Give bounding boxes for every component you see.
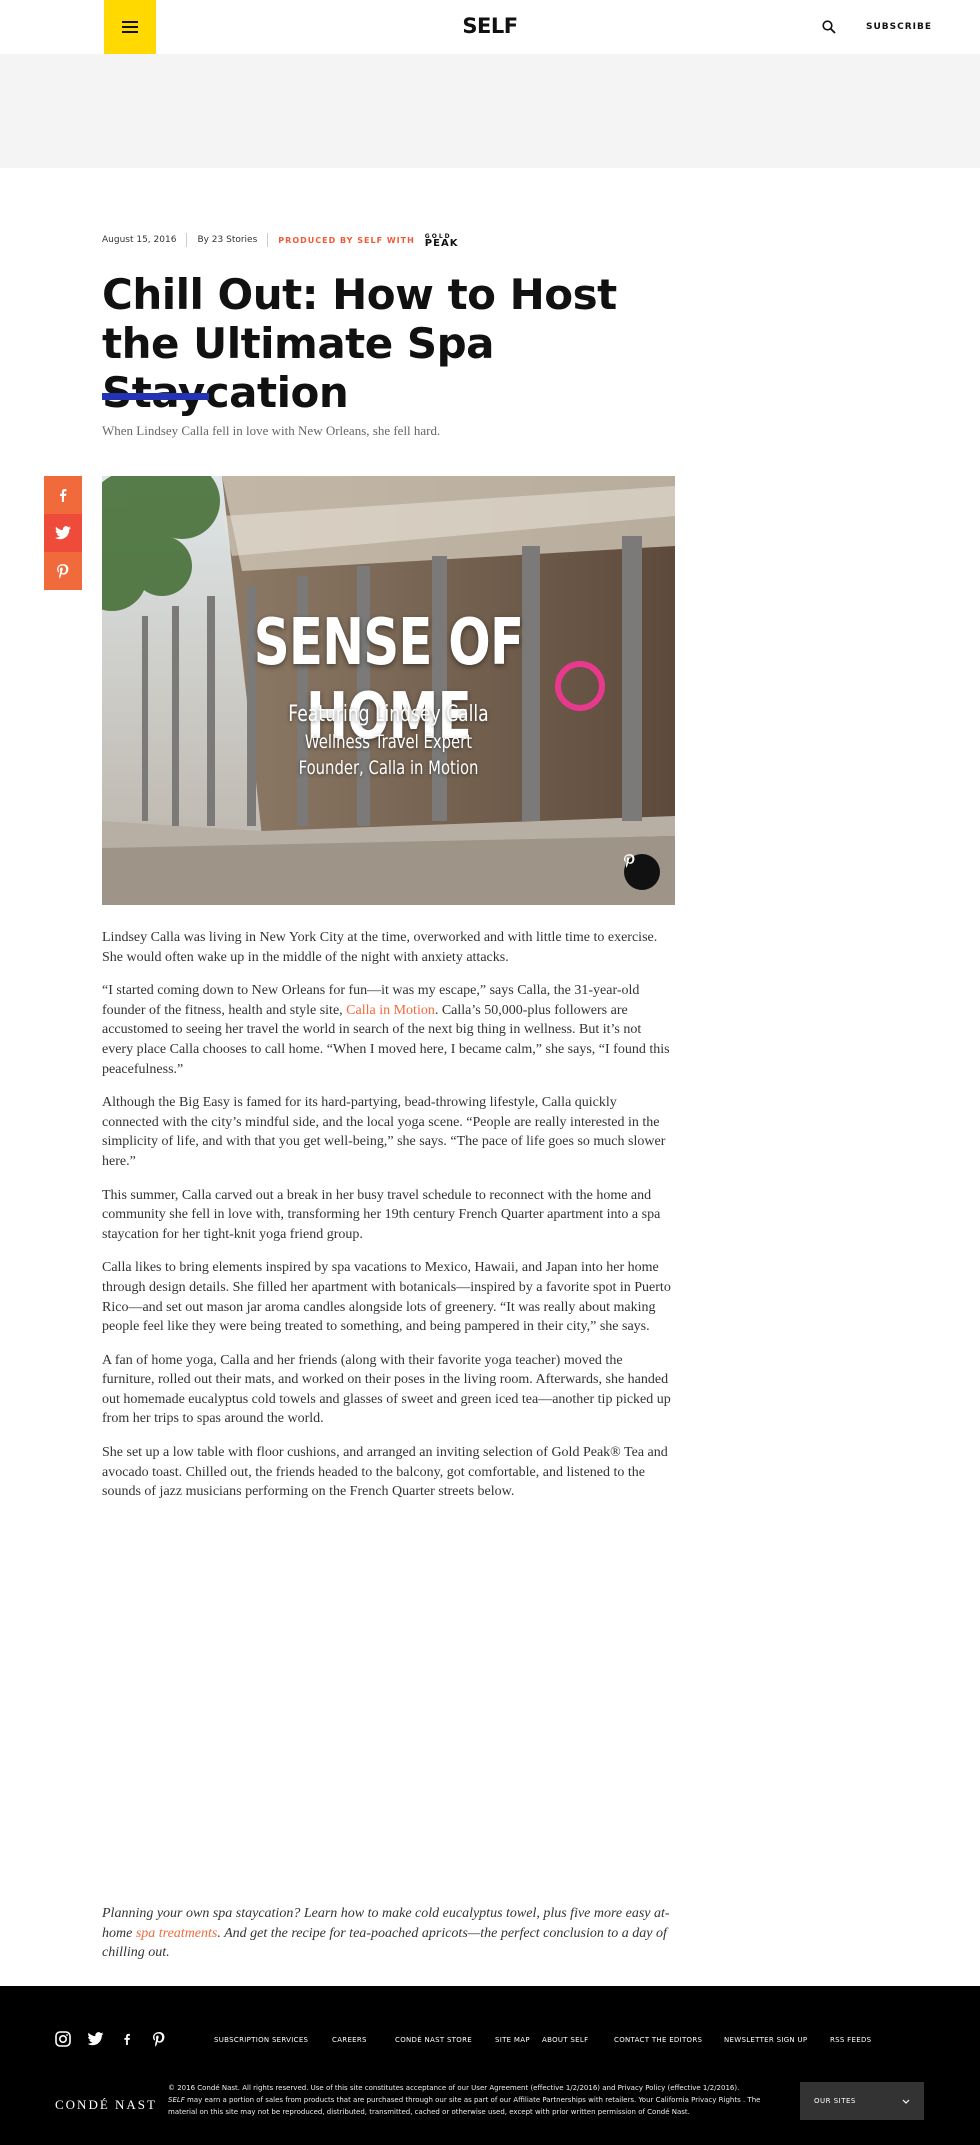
article-dek: When Lindsey Calla fell in love with New… — [102, 423, 441, 438]
footer-link[interactable]: SITE MAP — [495, 2036, 530, 2044]
footer-link[interactable]: CONTACT THE EDITORS — [614, 2036, 702, 2044]
paragraph: Although the Big Easy is famed for its h… — [102, 1095, 666, 1169]
our-sites-label: OUR SITES — [814, 2097, 856, 2105]
paragraph: She set up a low table with floor cushio… — [102, 1445, 668, 1500]
footer-link[interactable]: RSS FEEDS — [830, 2036, 871, 2044]
our-sites-dropdown[interactable]: OUR SITES — [800, 2082, 924, 2120]
twitter-icon — [55, 526, 71, 540]
pinterest-icon[interactable] — [150, 2030, 168, 2048]
site-footer: SUBSCRIPTION SERVICES CAREERS CONDÉ NAST… — [0, 1986, 980, 2145]
share-twitter-button[interactable] — [44, 514, 82, 552]
paragraph: This summer, Calla carved out a break in… — [102, 1187, 661, 1242]
search-icon[interactable] — [822, 20, 836, 34]
share-facebook-button[interactable] — [44, 476, 82, 514]
paragraph: Calla likes to bring elements inspired b… — [102, 1260, 671, 1335]
share-pinterest-button[interactable] — [44, 552, 82, 590]
spa-treatments-link[interactable]: spa treatments — [136, 1926, 218, 1941]
ad-banner — [0, 54, 980, 168]
article-body: Lindsey Calla was living in New York Cit… — [102, 928, 675, 1516]
divider — [267, 233, 269, 247]
hero-subtitle: Founder, Calla in Motion — [298, 757, 479, 779]
title-rule — [102, 393, 209, 400]
calla-in-motion-link[interactable]: Calla in Motion — [346, 1003, 435, 1018]
pin-image-button[interactable] — [624, 854, 660, 890]
facebook-icon[interactable] — [118, 2030, 136, 2048]
pinterest-icon — [624, 854, 635, 868]
conde-nast-logo[interactable]: CONDÉ NAST — [55, 2097, 157, 2113]
footer-link[interactable]: CAREERS — [332, 2036, 367, 2044]
footer-link[interactable]: CONDÉ NAST STORE — [395, 2036, 472, 2044]
paragraph: Lindsey Calla was living in New York Cit… — [102, 930, 658, 965]
share-bar — [44, 476, 82, 590]
paragraph: “I started coming down to New Orleans fo… — [102, 983, 670, 1077]
hero-image: SENSE OF HOME Featuring Lindsey Calla We… — [102, 476, 675, 905]
instagram-icon[interactable] — [54, 2030, 72, 2048]
twitter-icon[interactable] — [86, 2030, 104, 2048]
footer-social — [54, 2030, 168, 2048]
subscribe-link[interactable]: SUBSCRIBE — [866, 22, 932, 32]
hero-subtitle: Featuring Lindsey Calla — [288, 702, 489, 727]
facebook-icon — [60, 489, 67, 502]
footer-link[interactable]: ABOUT SELF — [542, 2036, 588, 2044]
byline: August 15, 2016 By 23 Stories PRODUCED B… — [102, 233, 459, 249]
divider — [186, 233, 188, 247]
hero-subtitle: Wellness Travel Expert — [304, 731, 473, 753]
top-bar: SELF SUBSCRIBE — [0, 0, 980, 54]
legal-text: © 2016 Condé Nast. All rights reserved. … — [168, 2084, 761, 2116]
pinterest-icon — [57, 563, 69, 579]
footer-link[interactable]: NEWSLETTER SIGN UP — [724, 2036, 807, 2044]
footer-link[interactable]: SUBSCRIPTION SERVICES — [214, 2036, 308, 2044]
author-link[interactable]: By 23 Stories — [197, 235, 257, 245]
chevron-down-icon — [902, 2099, 910, 2104]
produced-label: PRODUCED BY SELF WITH — [278, 235, 415, 245]
article-footnote: Planning your own spa staycation? Learn … — [102, 1906, 670, 1961]
paragraph: A fan of home yoga, Calla and her friend… — [102, 1352, 671, 1427]
publish-date: August 15, 2016 — [102, 235, 177, 245]
sponsor-logo: GOLD PEAK — [424, 233, 459, 249]
